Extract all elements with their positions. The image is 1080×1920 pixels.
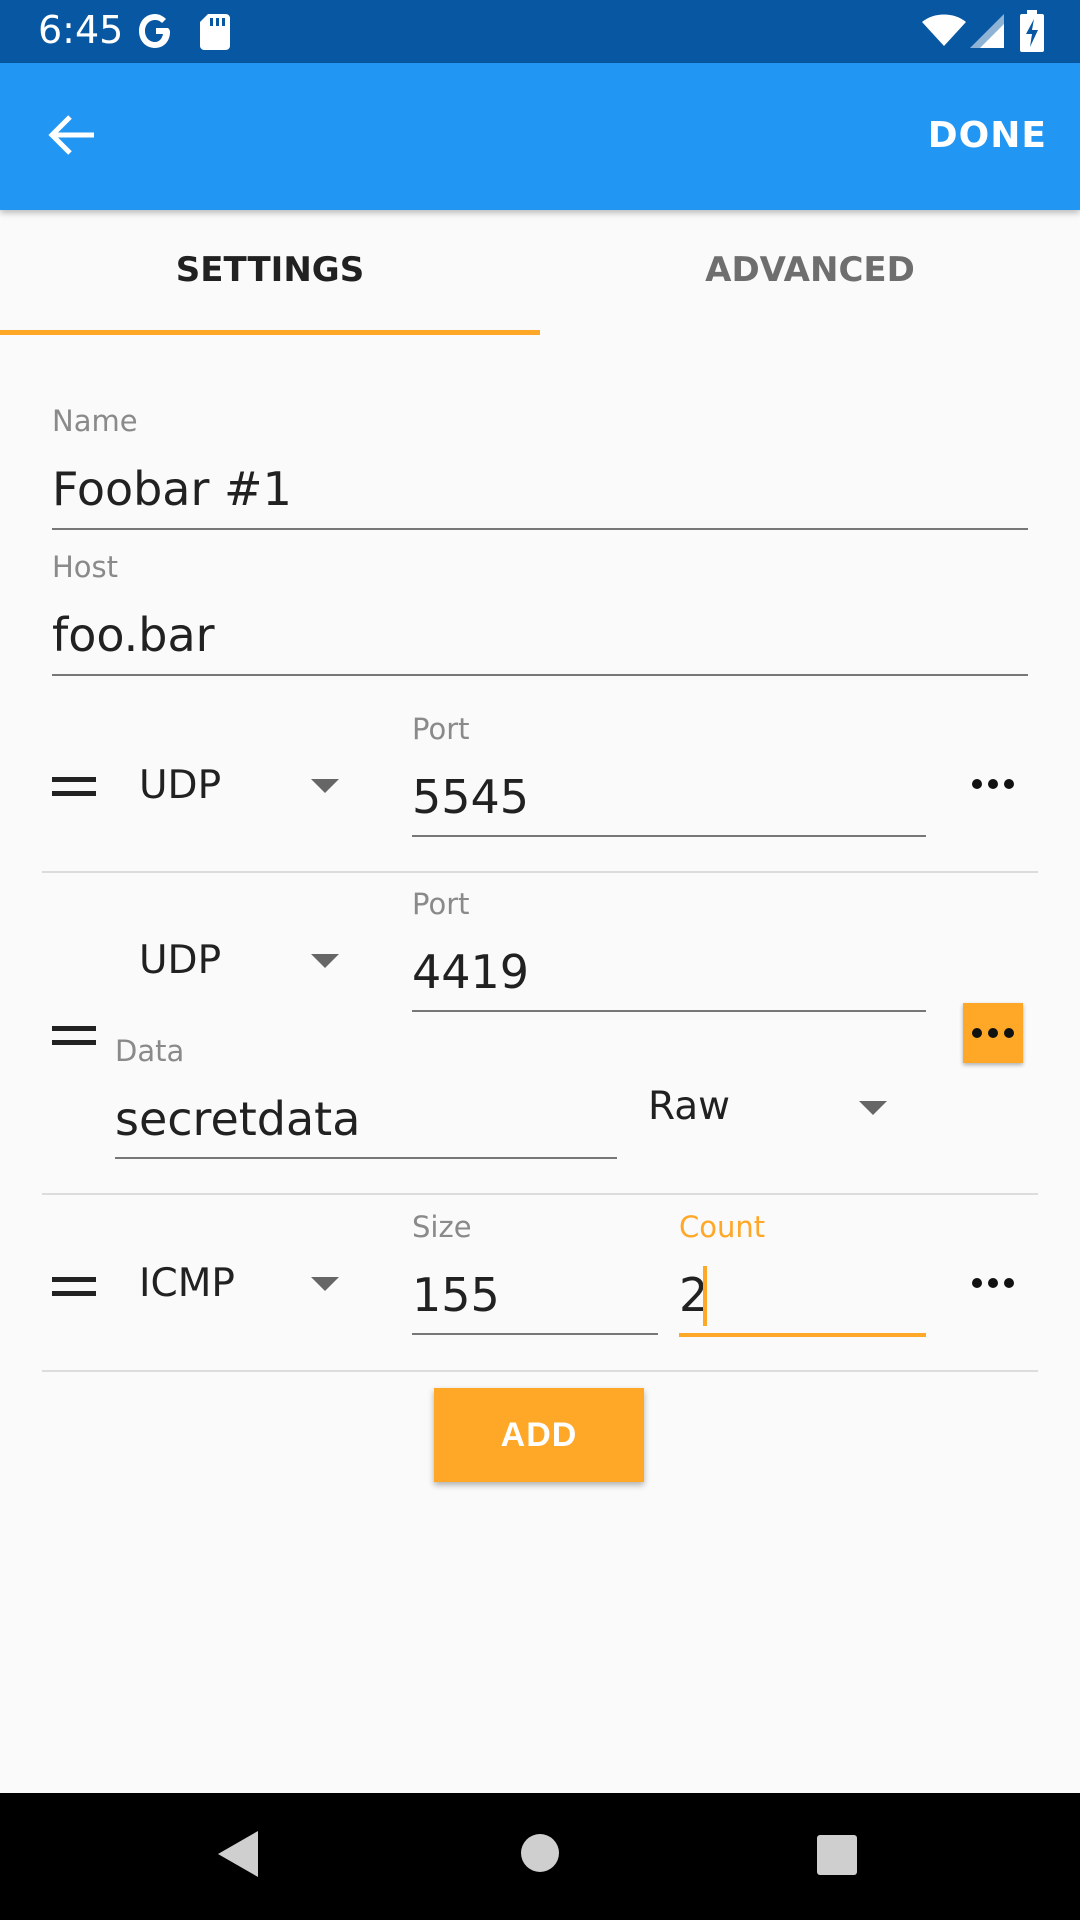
- protocol-select-3[interactable]: ICMP: [139, 1261, 235, 1306]
- sd-card-icon: [200, 14, 230, 50]
- name-label: Name: [52, 404, 138, 438]
- divider: [42, 1193, 1038, 1195]
- battery-charging-icon: [1020, 10, 1044, 52]
- port-label-1: Port: [412, 712, 470, 746]
- size-label: Size: [412, 1210, 472, 1244]
- host-underline: [52, 674, 1028, 676]
- google-icon: [139, 14, 170, 48]
- signal-icon: [970, 14, 1004, 48]
- protocol-select-1[interactable]: UDP: [139, 763, 221, 808]
- port-underline-1: [412, 835, 926, 837]
- divider: [42, 1370, 1038, 1372]
- home-nav-icon[interactable]: [520, 1833, 560, 1873]
- count-underline: [679, 1333, 926, 1337]
- back-arrow-icon[interactable]: [48, 113, 96, 157]
- tab-settings-label: SETTINGS: [175, 250, 365, 290]
- port-label-2: Port: [412, 887, 470, 921]
- port-field-2[interactable]: 4419: [412, 945, 529, 999]
- more-dots-icon: [972, 1278, 1014, 1288]
- more-options-button-1[interactable]: [963, 754, 1023, 814]
- dropdown-arrow-icon[interactable]: [311, 1277, 339, 1291]
- dropdown-arrow-icon[interactable]: [859, 1101, 887, 1115]
- name-field[interactable]: Foobar #1: [52, 462, 292, 516]
- data-field[interactable]: secretdata: [115, 1092, 360, 1146]
- encoding-select[interactable]: Raw: [648, 1084, 730, 1129]
- host-label: Host: [52, 550, 119, 584]
- recents-nav-icon[interactable]: [817, 1835, 857, 1875]
- size-field[interactable]: 155: [412, 1268, 500, 1322]
- dropdown-arrow-icon[interactable]: [311, 779, 339, 793]
- add-button[interactable]: ADD: [434, 1388, 644, 1482]
- navigation-bar: [0, 1793, 1080, 1920]
- done-button[interactable]: DONE: [928, 115, 1047, 156]
- status-time: 6:45: [38, 8, 124, 52]
- data-underline: [115, 1157, 617, 1159]
- tab-indicator: [0, 330, 540, 335]
- size-underline: [412, 1333, 658, 1335]
- more-dots-icon: [972, 1028, 1014, 1038]
- port-underline-2: [412, 1010, 926, 1012]
- text-cursor: [703, 1266, 707, 1326]
- status-bar: 6:45: [0, 0, 1080, 63]
- count-label: Count: [679, 1210, 766, 1244]
- name-underline: [52, 528, 1028, 530]
- tab-advanced-label: ADVANCED: [705, 250, 915, 290]
- wifi-icon: [922, 14, 966, 46]
- divider: [42, 871, 1038, 873]
- tab-advanced[interactable]: ADVANCED: [540, 210, 1080, 335]
- back-nav-icon[interactable]: [218, 1831, 258, 1877]
- tab-settings[interactable]: SETTINGS: [0, 210, 540, 335]
- more-dots-icon: [972, 779, 1014, 789]
- more-options-button-2[interactable]: [963, 1003, 1023, 1063]
- protocol-select-2[interactable]: UDP: [139, 938, 221, 983]
- app-bar: DONE: [0, 63, 1080, 210]
- more-options-button-3[interactable]: [963, 1253, 1023, 1313]
- dropdown-arrow-icon[interactable]: [311, 954, 339, 968]
- data-label: Data: [115, 1034, 185, 1068]
- host-field[interactable]: foo.bar: [52, 608, 215, 662]
- port-field-1[interactable]: 5545: [412, 770, 529, 824]
